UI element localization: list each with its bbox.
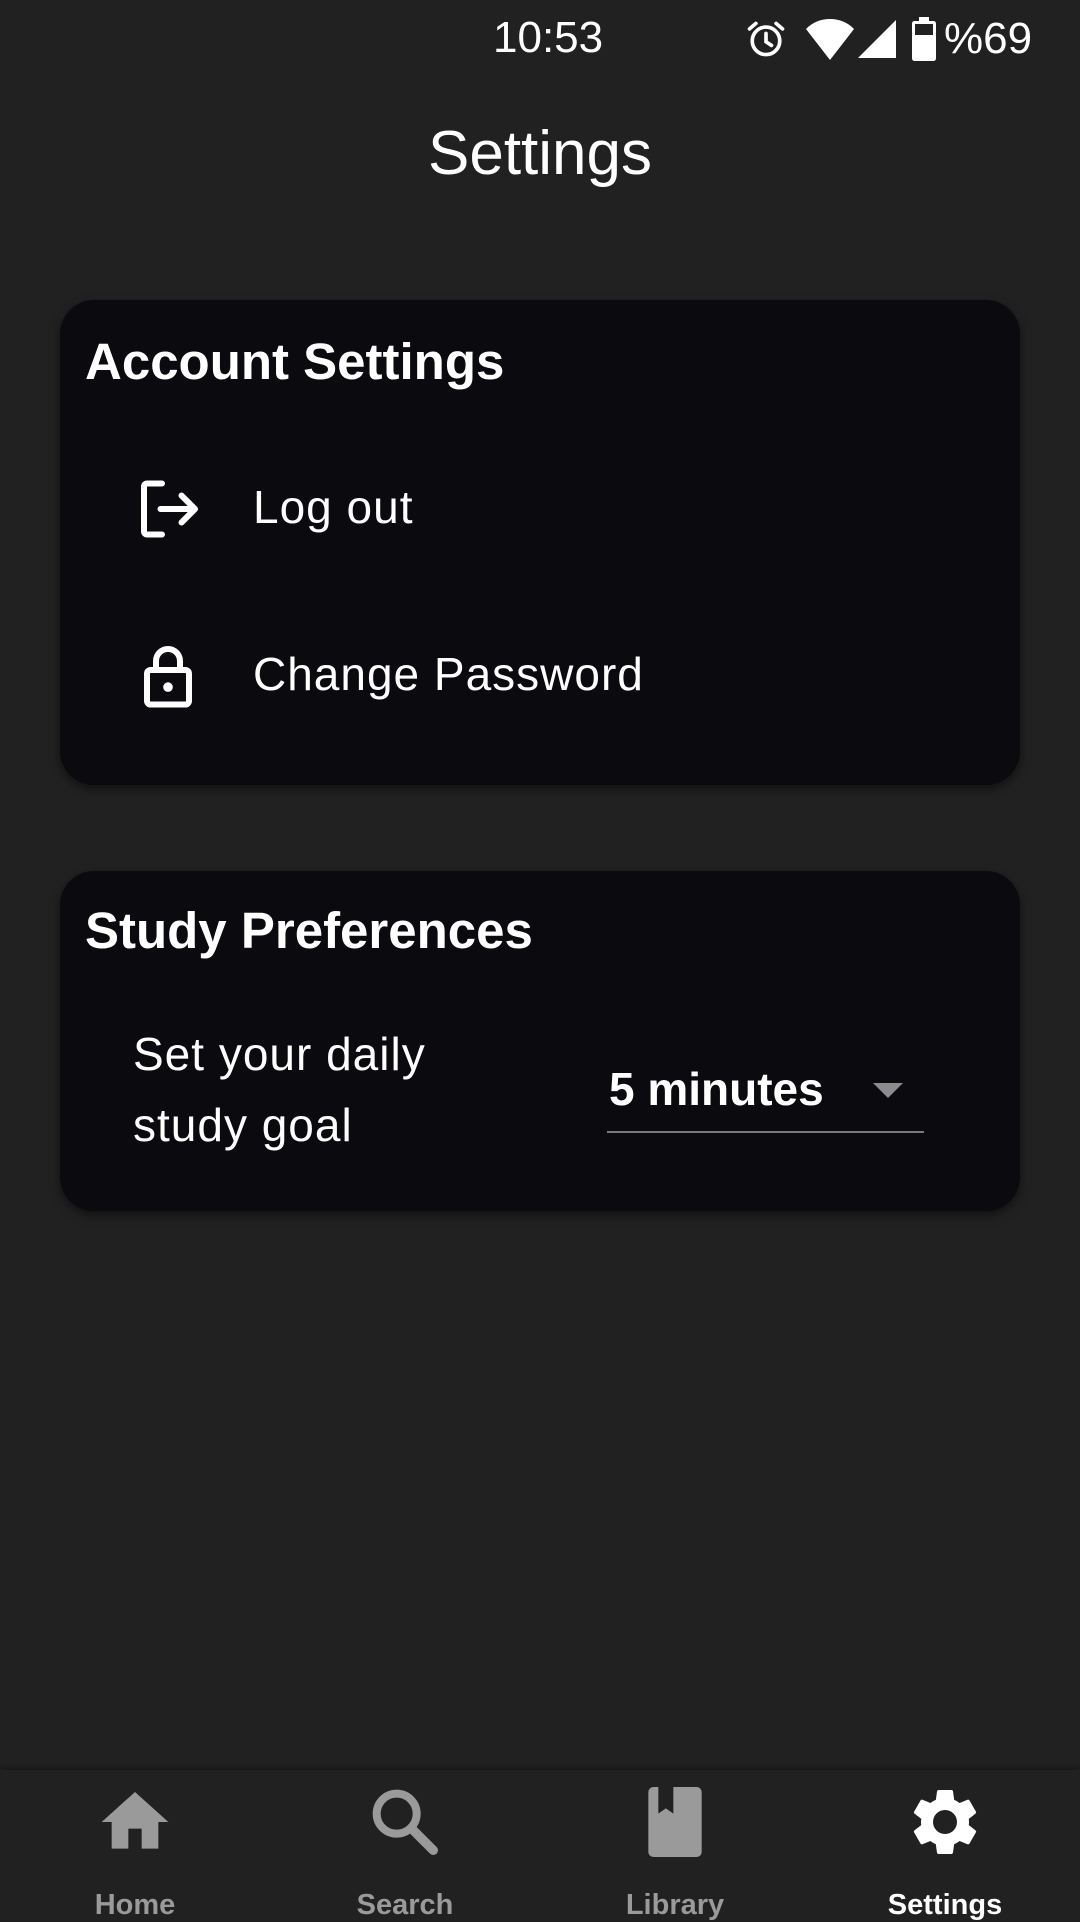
nav-settings[interactable]: Settings [810, 1770, 1080, 1921]
change-password-button[interactable]: Change Password [60, 600, 1020, 750]
battery-percent: %69 [944, 14, 1033, 63]
nav-search-label: Search [356, 1889, 454, 1921]
study-preferences-heading: Study Preferences [85, 902, 533, 959]
gear-icon [905, 1782, 985, 1862]
nav-home-label: Home [94, 1889, 176, 1921]
wifi-icon [806, 18, 854, 60]
alarm-icon [744, 17, 788, 61]
dropdown-arrow-icon [873, 1083, 903, 1098]
account-settings-card: Account Settings Log out Change Password [60, 300, 1020, 785]
bottom-navigation: Home Search Library Settings [0, 1770, 1080, 1921]
logout-button[interactable]: Log out [60, 433, 1020, 583]
status-bar: 10:53 %69 [0, 0, 1080, 80]
logout-label: Log out [253, 481, 414, 533]
account-settings-heading: Account Settings [85, 333, 505, 390]
status-time: 10:53 [493, 13, 604, 62]
lock-icon [132, 640, 204, 712]
change-password-label: Change Password [253, 648, 644, 700]
daily-goal-dropdown[interactable]: 5 minutes [607, 1041, 924, 1133]
nav-home[interactable]: Home [0, 1770, 270, 1921]
nav-search[interactable]: Search [270, 1770, 540, 1921]
nav-library-label: Library [625, 1889, 725, 1921]
search-icon [365, 1782, 445, 1862]
page-title: Settings [427, 119, 653, 188]
signal-icon [858, 20, 896, 58]
home-icon [95, 1782, 175, 1862]
battery-icon [912, 17, 936, 61]
study-preferences-card: Study Preferences Set your daily study g… [60, 871, 1020, 1211]
daily-goal-value: 5 minutes [609, 1063, 824, 1115]
nav-settings-label: Settings [887, 1889, 1003, 1921]
book-icon [635, 1782, 715, 1862]
daily-goal-label: Set your daily study goal [133, 1028, 426, 1151]
status-icons: %69 [744, 14, 1032, 64]
logout-icon [132, 473, 204, 545]
nav-library[interactable]: Library [540, 1770, 810, 1921]
